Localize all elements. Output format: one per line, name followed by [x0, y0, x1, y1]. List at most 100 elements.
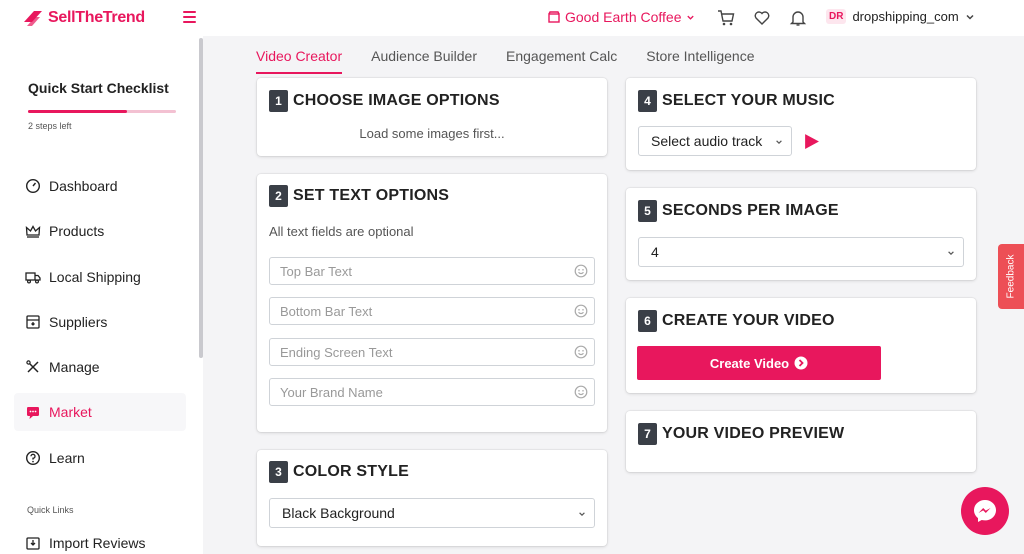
- chevron-down-icon: [948, 251, 954, 256]
- sidebar-item-label: Import Reviews: [49, 535, 146, 551]
- chevron-down-icon: [579, 512, 585, 517]
- step-number: 6: [638, 310, 657, 332]
- text-options-title: 2 SET TEXT OPTIONS: [269, 185, 449, 207]
- megaphone-icon: [27, 407, 39, 419]
- ending-screen-text-input[interactable]: Ending Screen Text: [269, 338, 595, 366]
- emoji-icon[interactable]: [574, 385, 588, 399]
- sidebar-item-label: Suppliers: [49, 314, 108, 330]
- step-number: 4: [638, 90, 657, 112]
- color-style-card: 3 COLOR STYLE Black Background: [257, 450, 607, 546]
- music-card: 4 SELECT YOUR MUSIC Select audio track: [626, 78, 976, 170]
- feedback-button[interactable]: Feedback: [998, 244, 1024, 309]
- sidebar-item-label: Dashboard: [49, 178, 118, 194]
- top-bar: SellTheTrend Good Earth Coffee DR dropsh…: [0, 0, 1024, 36]
- selected-value: 4: [651, 244, 659, 260]
- video-preview-title: 7 YOUR VIDEO PREVIEW: [638, 423, 844, 445]
- messenger-chat-button[interactable]: [961, 487, 1009, 535]
- cart-icon[interactable]: [717, 9, 735, 27]
- sidebar-item-dashboard[interactable]: Dashboard: [14, 167, 186, 205]
- seconds-card: 5 SECONDS PER IMAGE 4: [626, 188, 976, 280]
- create-video-button[interactable]: Create Video: [637, 346, 881, 380]
- sidebar-item-label: Market: [49, 404, 92, 420]
- music-title: 4 SELECT YOUR MUSIC: [638, 90, 835, 112]
- messenger-icon: [974, 500, 996, 522]
- sidebar: Quick Start Checklist 2 steps left Dashb…: [0, 36, 203, 554]
- tab-audience-builder[interactable]: Audience Builder: [371, 48, 477, 74]
- logo-icon: [24, 11, 42, 26]
- tab-bar: Video Creator Audience Builder Engagemen…: [256, 48, 754, 74]
- step-number: 1: [269, 90, 288, 112]
- quick-links-heading: Quick Links: [27, 505, 74, 515]
- step-number: 7: [638, 423, 657, 445]
- image-options-title: 1 CHOOSE IMAGE OPTIONS: [269, 90, 500, 112]
- chevron-down-icon: [776, 140, 782, 145]
- steps-left: 2 steps left: [28, 121, 72, 131]
- emoji-icon[interactable]: [574, 264, 588, 278]
- image-options-message: Load some images first...: [359, 126, 505, 141]
- checklist-title: Quick Start Checklist: [28, 80, 169, 96]
- button-label: Create Video: [709, 355, 790, 371]
- bottom-bar-text-input[interactable]: Bottom Bar Text: [269, 297, 595, 325]
- text-options-hint: All text fields are optional: [269, 224, 414, 239]
- section-title: CREATE YOUR VIDEO: [662, 312, 835, 329]
- tab-video-creator[interactable]: Video Creator: [256, 48, 343, 74]
- sidebar-item-local-shipping[interactable]: Local Shipping: [14, 258, 186, 296]
- tab-engagement-calc[interactable]: Engagement Calc: [506, 48, 617, 74]
- sidebar-scrollbar[interactable]: [199, 38, 203, 358]
- truck-icon: [25, 272, 41, 284]
- placeholder: Your Brand Name: [280, 384, 383, 400]
- step-number: 5: [638, 200, 657, 222]
- brand-name-input[interactable]: Your Brand Name: [269, 378, 595, 406]
- section-title: CHOOSE IMAGE OPTIONS: [293, 92, 500, 109]
- avatar: DR: [826, 9, 847, 24]
- sidebar-item-market[interactable]: Market: [14, 393, 186, 431]
- sidebar-item-import-reviews[interactable]: Import Reviews: [14, 524, 186, 554]
- sidebar-item-suppliers[interactable]: Suppliers: [14, 303, 186, 341]
- checklist-progress: [28, 110, 176, 113]
- sidebar-item-label: Local Shipping: [49, 269, 141, 285]
- step-number: 3: [269, 461, 288, 483]
- sidebar-item-products[interactable]: Products: [14, 212, 186, 250]
- bell-icon[interactable]: [789, 9, 807, 27]
- color-style-title: 3 COLOR STYLE: [269, 461, 409, 483]
- sidebar-item-label: Manage: [49, 359, 100, 375]
- sidebar-item-manage[interactable]: Manage: [14, 348, 186, 386]
- step-number: 2: [269, 185, 288, 207]
- heart-icon[interactable]: [753, 9, 771, 27]
- dashboard-icon: [25, 178, 41, 194]
- section-title: COLOR STYLE: [293, 463, 409, 480]
- section-title: SECONDS PER IMAGE: [662, 202, 839, 219]
- menu-toggle-icon[interactable]: [183, 11, 196, 23]
- user-menu[interactable]: DR dropshipping_com: [826, 9, 975, 24]
- image-options-card: 1 CHOOSE IMAGE OPTIONS Load some images …: [257, 78, 607, 156]
- crown-icon: [25, 225, 41, 238]
- username: dropshipping_com: [852, 9, 959, 24]
- seconds-title: 5 SECONDS PER IMAGE: [638, 200, 839, 222]
- video-preview-card: 7 YOUR VIDEO PREVIEW: [626, 411, 976, 472]
- arrow-circle-icon: [794, 356, 808, 370]
- chevron-down-icon: [687, 15, 695, 20]
- logo[interactable]: SellTheTrend: [22, 8, 145, 28]
- selected-value: Select audio track: [651, 133, 763, 149]
- sidebar-item-label: Products: [49, 223, 105, 239]
- section-title: YOUR VIDEO PREVIEW: [662, 425, 845, 442]
- sidebar-item-learn[interactable]: Learn: [14, 439, 186, 477]
- placeholder: Top Bar Text: [280, 263, 353, 279]
- selected-value: Black Background: [282, 505, 395, 521]
- audio-track-select[interactable]: Select audio track: [638, 126, 792, 156]
- create-video-title: 6 CREATE YOUR VIDEO: [638, 310, 835, 332]
- seconds-per-image-select[interactable]: 4: [638, 237, 964, 267]
- store-selector[interactable]: Good Earth Coffee: [548, 9, 695, 25]
- emoji-icon[interactable]: [574, 345, 588, 359]
- sidebar-item-label: Learn: [49, 450, 85, 466]
- emoji-icon[interactable]: [574, 304, 588, 318]
- placeholder: Bottom Bar Text: [280, 303, 373, 319]
- placeholder: Ending Screen Text: [280, 344, 393, 360]
- top-bar-text-input[interactable]: Top Bar Text: [269, 257, 595, 285]
- logo-text: SellTheTrend: [48, 9, 145, 26]
- section-title: SET TEXT OPTIONS: [293, 187, 450, 204]
- tab-store-intelligence[interactable]: Store Intelligence: [646, 48, 754, 74]
- play-icon[interactable]: [803, 133, 820, 150]
- color-style-select[interactable]: Black Background: [269, 498, 595, 528]
- box-icon: [26, 315, 40, 329]
